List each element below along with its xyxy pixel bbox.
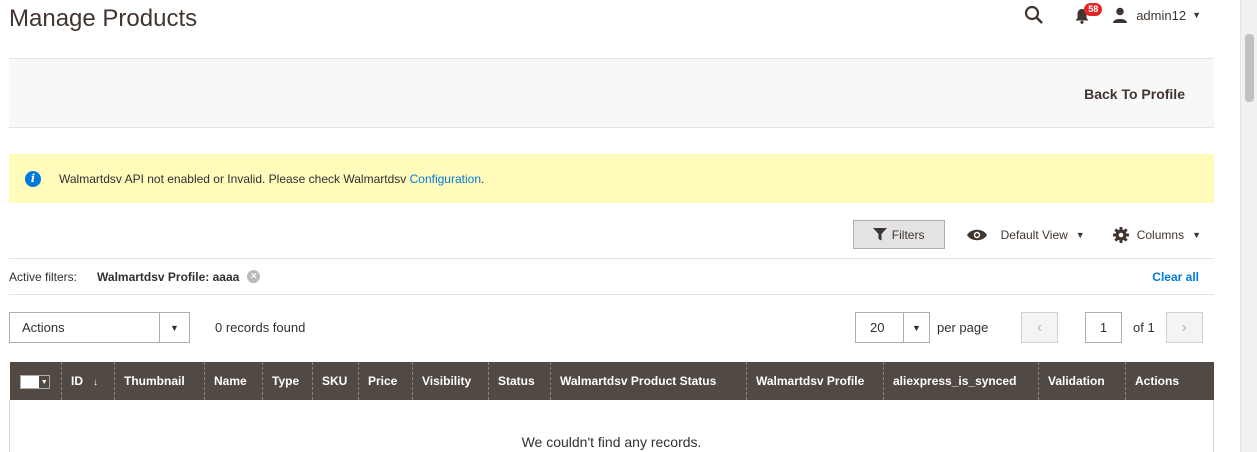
notification-badge: 58 [1084,3,1103,16]
user-icon [1113,7,1128,23]
notifications-button[interactable]: 58 [1074,3,1103,24]
previous-page-button[interactable]: ‹ [1021,312,1058,343]
column-header-price[interactable]: Price [358,362,413,400]
warning-notice: i Walmartdsv API not enabled or Invalid.… [9,154,1214,203]
grid-header-row: ▼ ID ↓ Thumbnail Name Type SKU Price Visi… [9,362,1214,400]
per-page-control: 20 ▼ per page [855,312,988,343]
grid-controls: Filters Default View ▼ Columns ▼ [852,220,1201,249]
active-filter-chip: Walmartdsv Profile: aaaa × [97,269,261,284]
page-scrollbar[interactable] [1240,0,1257,452]
back-to-profile-button[interactable]: Back To Profile [1084,86,1185,102]
total-pages: of 1 [1133,320,1155,335]
column-label: ID [71,374,83,388]
column-header-validation[interactable]: Validation [1038,362,1126,400]
header-actions: 58 admin12 ▼ [1024,3,1201,25]
grid-toolbar: Actions ▼ 0 records found 20 ▼ per page … [9,312,1214,344]
empty-message: We couldn't find any records. [9,400,1214,452]
mass-select-checkbox[interactable]: ▼ [20,375,51,390]
products-grid: ▼ ID ↓ Thumbnail Name Type SKU Price Visi… [9,362,1214,452]
filters-button[interactable]: Filters [852,220,945,249]
active-filters-bar: Active filters: Walmartdsv Profile: aaaa… [9,258,1214,295]
active-filters-label: Active filters: [9,269,78,284]
mass-select-header[interactable]: ▼ [9,362,62,400]
clear-all-button[interactable]: Clear all [1152,270,1199,284]
pagination: ‹ 1 of 1 › [1021,312,1203,343]
notice-text: Walmartdsv API not enabled or Invalid. P… [59,172,484,186]
remove-filter-icon[interactable]: × [247,270,261,283]
chevron-down-icon: ▼ [1192,229,1201,240]
gear-icon [1112,226,1129,243]
scrollbar-thumb[interactable] [1245,34,1254,102]
chevron-down-icon: ▼ [39,376,50,389]
column-header-id[interactable]: ID ↓ [61,362,115,400]
column-header-type[interactable]: Type [262,362,313,400]
filter-icon [872,228,887,241]
eye-icon [966,229,987,240]
per-page-label: per page [937,320,989,335]
default-view-button[interactable]: Default View ▼ [966,227,1085,242]
column-header-sku[interactable]: SKU [312,362,359,400]
notice-message: Walmartdsv API not enabled or Invalid. P… [59,171,410,186]
default-view-label: Default View [1000,227,1068,242]
page-actions-bar: Back To Profile [9,58,1214,128]
records-found: 0 records found [215,320,306,335]
columns-label: Columns [1136,227,1185,242]
chevron-down-icon: ▼ [1192,10,1201,20]
chevron-down-icon: ▼ [1075,229,1085,240]
column-header-name[interactable]: Name [204,362,263,400]
sort-arrow-icon: ↓ [93,377,98,388]
column-header-thumbnail[interactable]: Thumbnail [114,362,205,400]
per-page-value[interactable]: 20 [855,312,904,343]
column-header-walmartdsv-profile[interactable]: Walmartdsv Profile [746,362,884,400]
mass-actions-dropdown[interactable]: Actions ▼ [9,312,190,343]
per-page-dropdown-button[interactable]: ▼ [904,312,930,343]
column-header-aliexpress-is-synced[interactable]: aliexpress_is_synced [883,362,1039,400]
filters-label: Filters [891,227,925,242]
column-header-visibility[interactable]: Visibility [412,362,489,400]
page-title: Manage Products [9,5,198,32]
active-filter-text: Walmartdsv Profile: aaaa [97,269,240,284]
user-menu[interactable]: admin12 ▼ [1112,7,1201,23]
search-icon[interactable] [1024,5,1074,25]
info-icon: i [25,170,41,187]
next-page-button[interactable]: › [1165,312,1203,343]
page-number-input[interactable]: 1 [1085,312,1122,343]
configuration-link[interactable]: Configuration [410,172,481,186]
actions-label: Actions [22,320,65,335]
username: admin12 [1136,7,1187,23]
columns-button[interactable]: Columns ▼ [1112,226,1201,243]
column-header-walmartdsv-product-status[interactable]: Walmartdsv Product Status [550,362,747,400]
column-header-actions[interactable]: Actions [1125,362,1214,400]
empty-row: We couldn't find any records. [9,400,1214,452]
column-header-status[interactable]: Status [488,362,551,400]
notice-suffix: . [481,171,485,186]
chevron-down-icon: ▼ [159,313,189,342]
